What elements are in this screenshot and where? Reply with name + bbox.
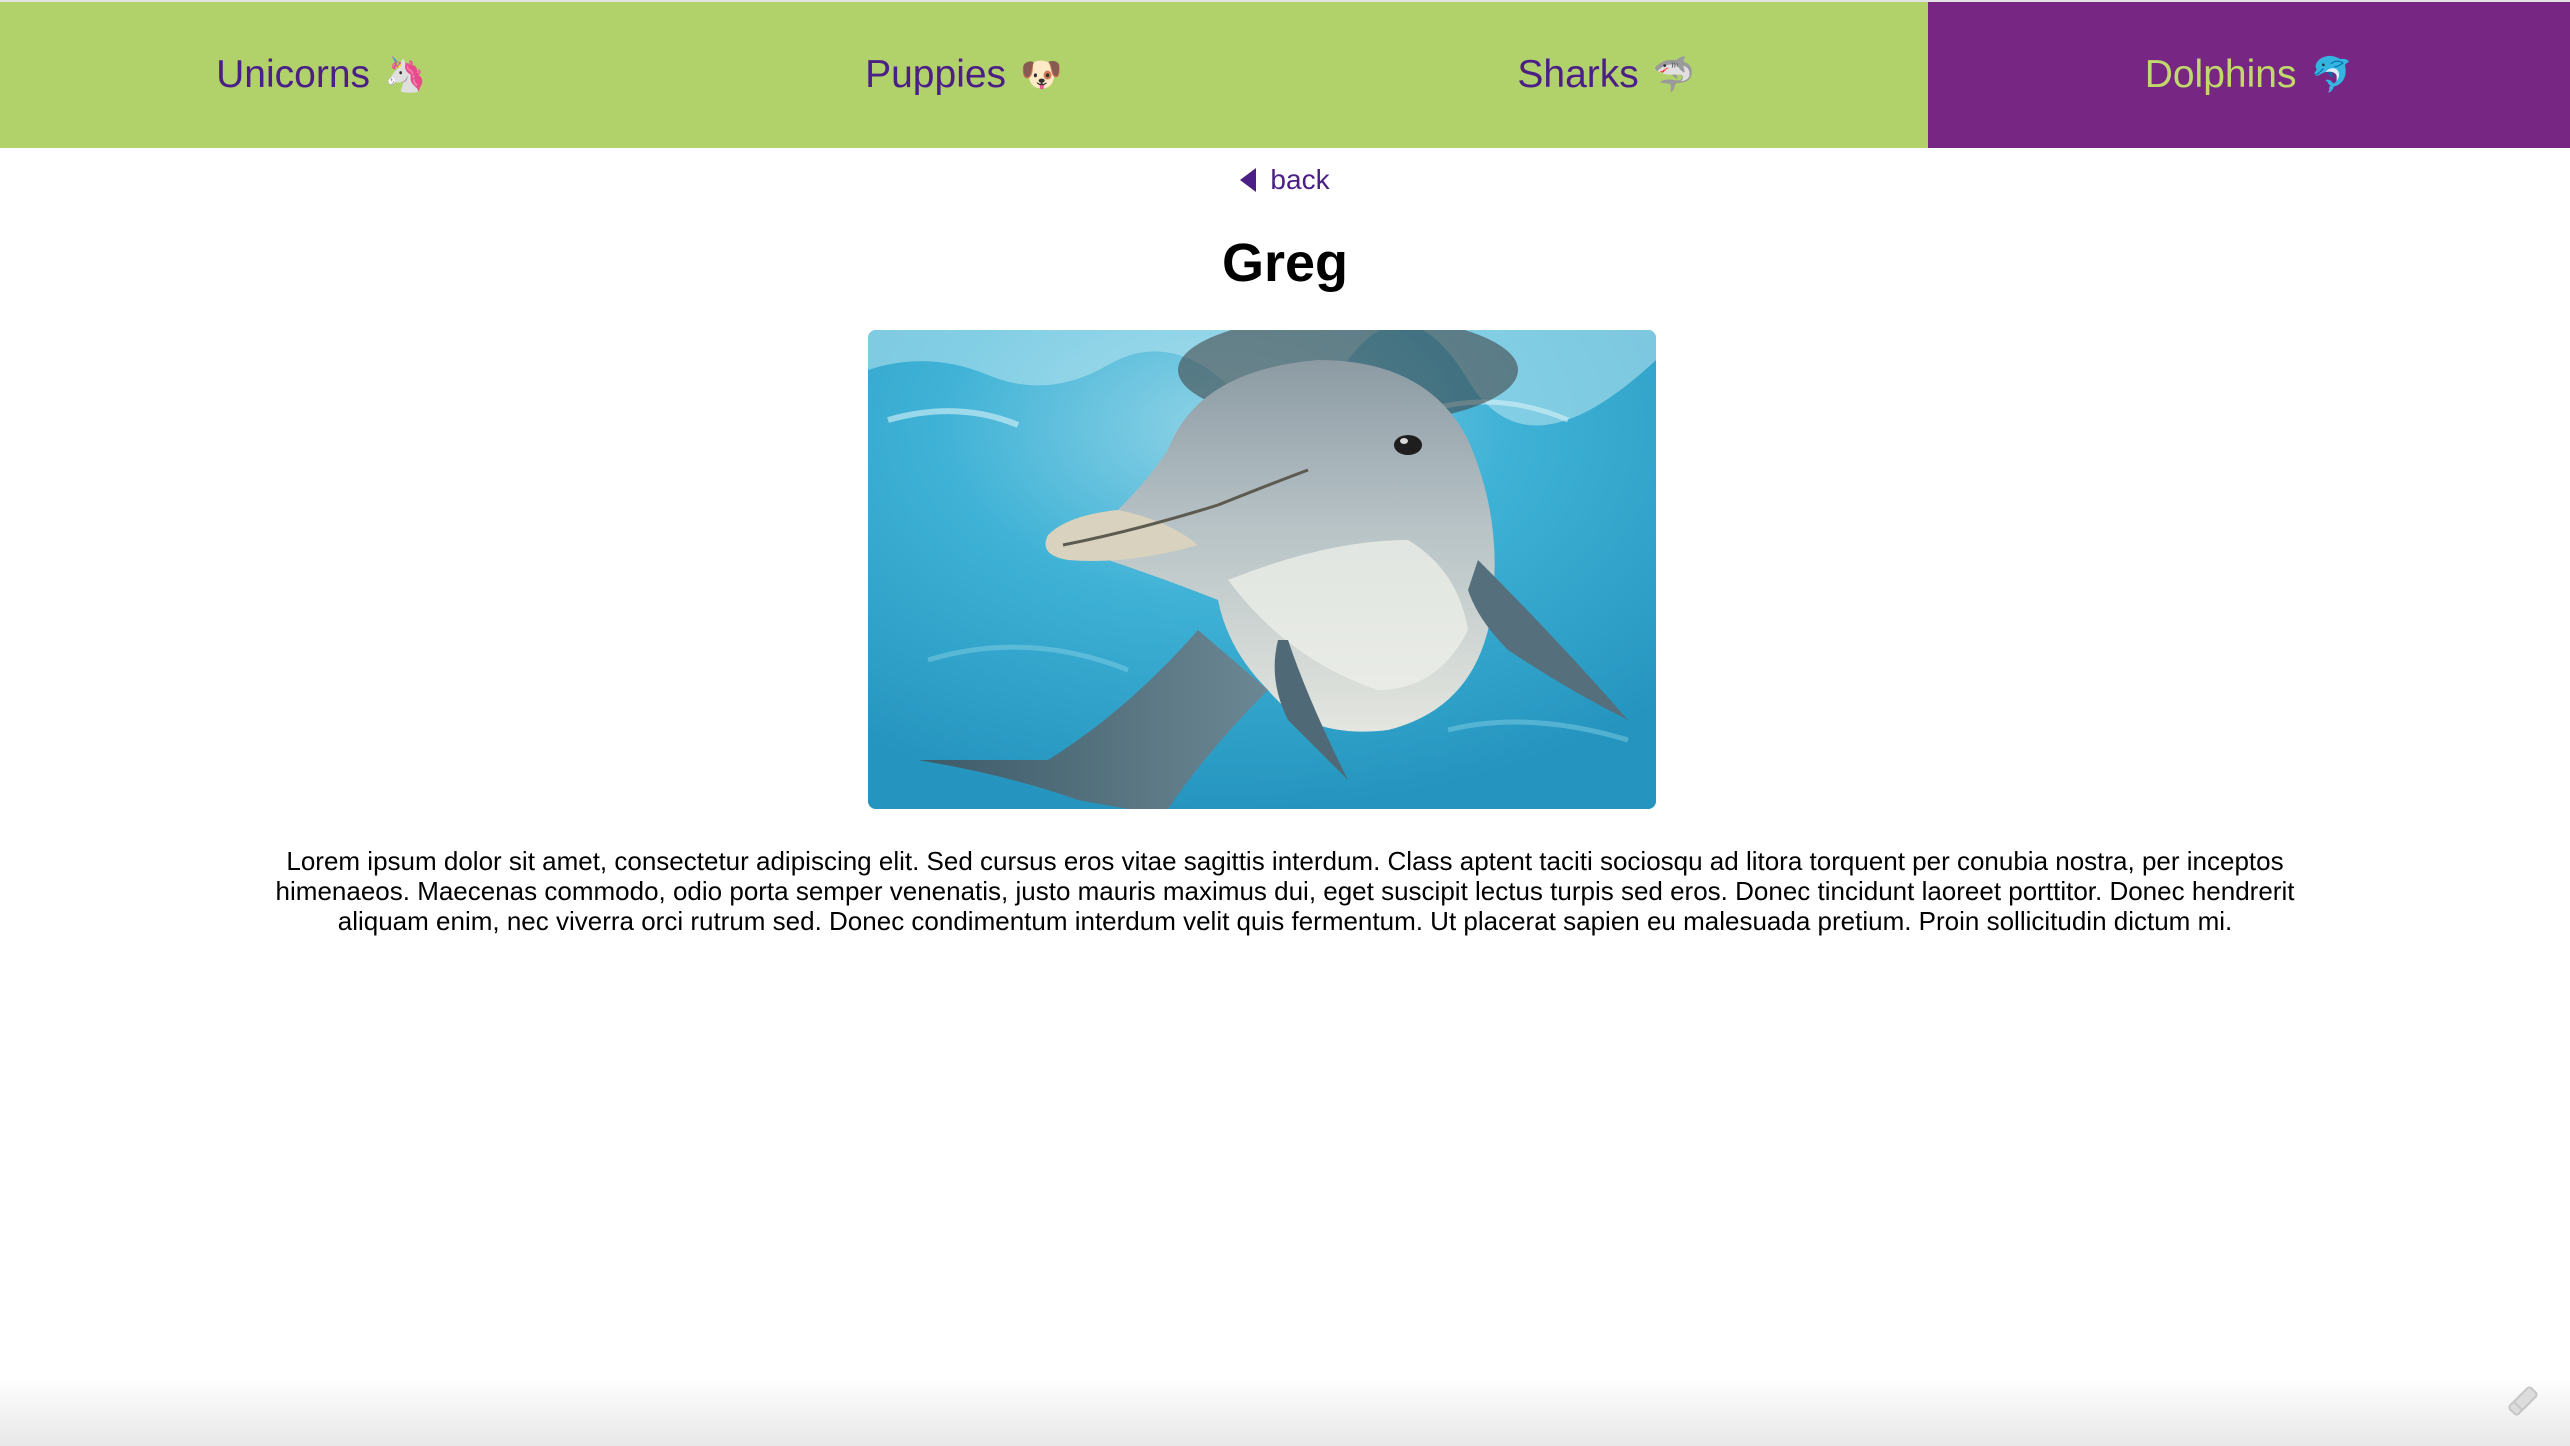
description-text: Lorem ipsum dolor sit amet, consectetur …: [275, 846, 2295, 936]
tab-sharks[interactable]: Sharks 🦈: [1285, 2, 1928, 148]
tab-dolphins[interactable]: Dolphins 🐬: [1927, 2, 2570, 148]
page-title: Greg: [1221, 233, 1349, 293]
tab-label: Sharks: [1517, 53, 1639, 96]
unicorn-icon: 🦄: [384, 55, 427, 95]
page: Unicorns 🦄 Puppies 🐶 Sharks 🦈 Dolphins 🐬…: [0, 0, 2570, 1446]
shark-icon: 🦈: [1652, 55, 1696, 95]
bottom-fade: [0, 1376, 2570, 1446]
puppy-icon: 🐶: [1020, 55, 1063, 95]
tab-label: Unicorns: [216, 53, 371, 96]
tab-label: Puppies: [865, 53, 1007, 96]
back-link[interactable]: back: [0, 164, 2570, 196]
dolphin-icon: 🐬: [2310, 55, 2353, 95]
caret-left-icon: [1240, 168, 1257, 192]
top-nav: Unicorns 🦄 Puppies 🐶 Sharks 🦈 Dolphins 🐬: [0, 0, 2570, 148]
tab-puppies[interactable]: Puppies 🐶: [642, 2, 1285, 148]
tab-label: Dolphins: [2144, 53, 2297, 96]
dolphin-image: [868, 330, 1656, 809]
feedback-pencil-icon[interactable]: [2502, 1380, 2544, 1422]
back-label: back: [1270, 164, 1330, 195]
tab-unicorns[interactable]: Unicorns 🦄: [0, 2, 643, 148]
